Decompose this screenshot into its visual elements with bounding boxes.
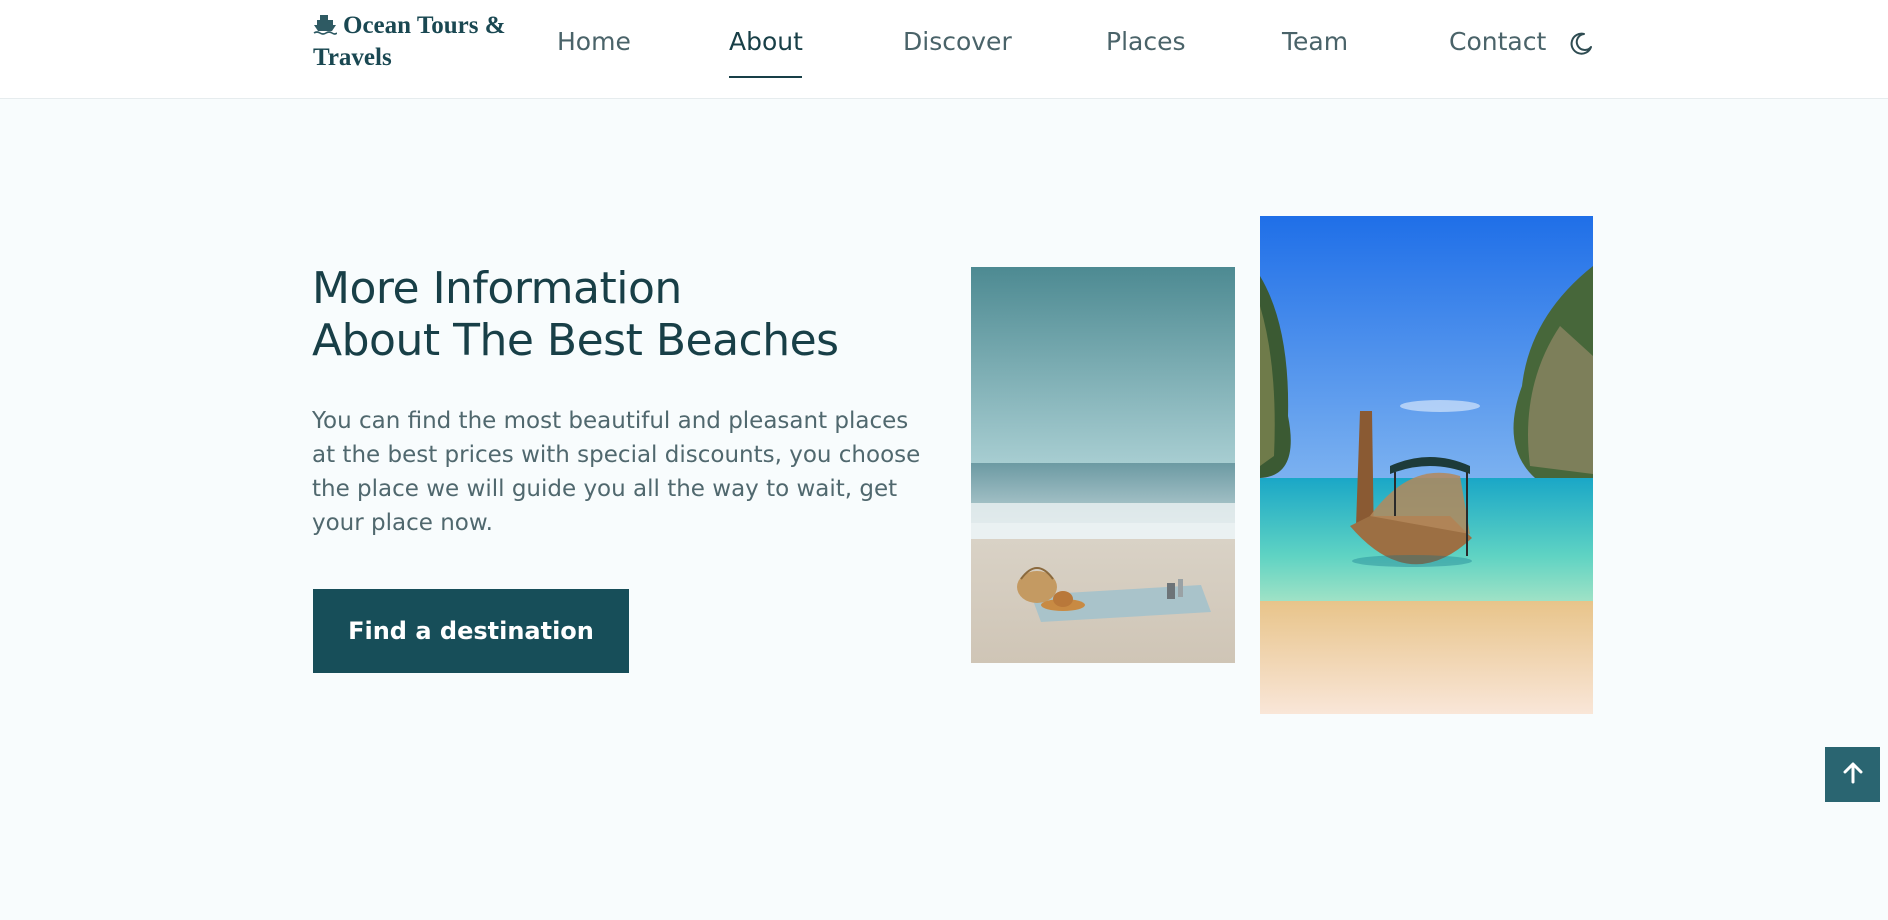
- title-line-1: More Information: [312, 263, 682, 314]
- scroll-top-button[interactable]: [1825, 747, 1880, 802]
- beach-picnic-image: [971, 267, 1235, 663]
- moon-icon[interactable]: [1568, 30, 1594, 56]
- title-line-2: About The Best Beaches: [312, 315, 839, 366]
- arrow-up-icon: [1841, 761, 1865, 788]
- find-destination-button[interactable]: Find a destination: [313, 589, 629, 673]
- nav-places[interactable]: Places: [1106, 24, 1186, 60]
- section-title: More Information About The Best Beaches: [312, 263, 952, 367]
- nav-discover[interactable]: Discover: [903, 24, 1012, 60]
- nav-home[interactable]: Home: [557, 24, 631, 60]
- brand-logo[interactable]: Ocean Tours & Travels: [313, 10, 513, 74]
- longtail-boat-image: [1260, 216, 1593, 714]
- brand-name: Ocean Tours & Travels: [313, 12, 506, 71]
- ship-icon: [313, 12, 338, 35]
- active-nav-indicator: [729, 76, 802, 78]
- section-description: You can find the most beautiful and plea…: [312, 408, 921, 536]
- nav-contact[interactable]: Contact: [1449, 24, 1546, 60]
- nav-about[interactable]: About: [729, 24, 803, 60]
- nav-team[interactable]: Team: [1282, 24, 1348, 60]
- site-header: Ocean Tours & Travels Home About Discove…: [0, 0, 1888, 99]
